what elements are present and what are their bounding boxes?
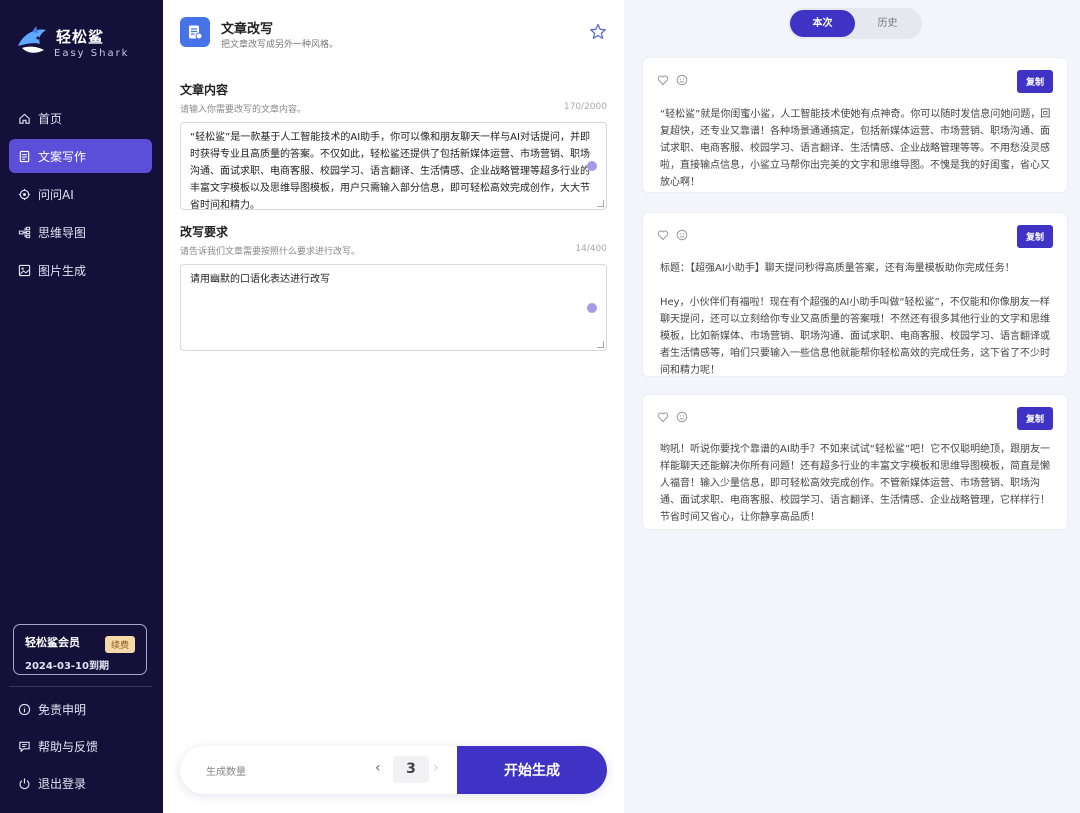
generate-count-value[interactable]: 3 <box>393 756 429 783</box>
sidebar-divider <box>9 686 152 687</box>
result-text: 哟吼！听说你要找个靠谱的AI助手？不如来试试“轻松鲨”吧！它不仅聪明绝顶，跟朋友… <box>660 444 1051 523</box>
generate-count-label: 生成数量 <box>206 767 246 778</box>
heart-icon[interactable] <box>657 229 669 241</box>
generate-bar: 生成数量 ‹ 3 › 开始生成 <box>180 746 607 794</box>
result-card: 复制 哟吼！听说你要找个靠谱的AI助手？不如来试试“轻松鲨”吧！它不仅聪明绝顶，… <box>642 394 1068 530</box>
nav-item-label: 文案写作 <box>38 149 87 164</box>
home-icon <box>18 112 31 125</box>
content-text: “轻松鲨”是一款基于人工智能技术的AI助手，你可以像和朋友聊天一样与AI对话提问… <box>190 132 590 211</box>
secondary-nav: 免责申明 帮助与反馈 退出登录 <box>9 692 152 803</box>
tool-description: 把文章改写成另外一种风格。 <box>221 40 339 50</box>
copy-button[interactable]: 复制 <box>1016 70 1053 93</box>
tab-current[interactable]: 本次 <box>790 10 855 37</box>
decrement-chevron-icon[interactable]: ‹ <box>375 760 381 776</box>
nav-item-label: 帮助与反馈 <box>38 739 99 754</box>
mindmap-icon <box>18 226 31 239</box>
nav-item-label: 退出登录 <box>38 776 87 791</box>
nav-item-logout[interactable]: 退出登录 <box>9 766 152 800</box>
requirement-label: 改写要求 <box>180 225 229 239</box>
content-counter: 170/2000 <box>563 102 607 112</box>
brand-logo[interactable]: 轻松鲨 Easy Shark <box>14 24 154 64</box>
nav-item-label: 图片生成 <box>38 263 87 278</box>
result-text: “轻松鲨”就是你闺蜜小鲨，人工智能技术使她有点神奇。你可以随时发信息问她问题，回… <box>660 109 1051 188</box>
content-hint: 请输入你需要改写的文章内容。 <box>180 105 307 115</box>
copy-button[interactable]: 复制 <box>1016 225 1053 248</box>
ai-chat-icon <box>18 188 31 201</box>
content-label: 文章内容 <box>180 83 229 97</box>
nav-item-ask-ai[interactable]: 问问AI <box>9 177 152 211</box>
rewrite-tool-icon <box>180 17 210 47</box>
grammar-check-icon <box>587 303 597 313</box>
result-card: 复制 “轻松鲨”就是你闺蜜小鲨，人工智能技术使她有点神奇。你可以随时发信息问她问… <box>642 57 1068 193</box>
sidebar: 轻松鲨 Easy Shark 首页 文案写作 问问AI 思维导图 图片生成 轻松… <box>0 0 163 813</box>
power-icon <box>18 777 31 790</box>
info-icon <box>18 703 31 716</box>
result-tabs: 本次 历史 <box>788 8 922 39</box>
nav-item-label: 思维导图 <box>38 225 87 240</box>
results-panel: 本次 历史 复制 “轻松鲨”就是你闺蜜小鲨，人工智能技术使她有点神奇。你可以随时… <box>624 0 1080 813</box>
favorite-star-icon[interactable] <box>588 22 608 42</box>
editor-panel: 文章改写 把文章改写成另外一种风格。 文章内容 请输入你需要改写的文章内容。 1… <box>163 0 624 813</box>
membership-expiry: 2024-03-10到期 <box>25 661 109 672</box>
nav-item-label: 问问AI <box>38 187 74 202</box>
image-icon <box>18 264 31 277</box>
shark-logo-icon <box>18 26 46 53</box>
nav-item-image-gen[interactable]: 图片生成 <box>9 253 152 287</box>
start-generate-button[interactable]: 开始生成 <box>457 746 607 794</box>
resize-handle-icon[interactable] <box>597 341 604 348</box>
smiley-icon[interactable] <box>676 411 688 423</box>
nav-item-home[interactable]: 首页 <box>9 101 152 135</box>
grammar-check-icon <box>587 161 597 171</box>
document-icon <box>18 150 31 163</box>
nav-item-copywriting[interactable]: 文案写作 <box>9 139 152 173</box>
copy-button[interactable]: 复制 <box>1016 407 1053 430</box>
resize-handle-icon[interactable] <box>597 200 604 207</box>
requirement-text: 请用幽默的口语化表达进行改写 <box>190 274 330 285</box>
brand-subtitle: Easy Shark <box>54 48 130 59</box>
card-reactions <box>657 229 688 241</box>
nav-item-label: 首页 <box>38 111 63 126</box>
heart-icon[interactable] <box>657 74 669 86</box>
requirement-textarea[interactable]: 请用幽默的口语化表达进行改写 <box>180 264 607 351</box>
tool-title: 文章改写 <box>221 22 274 37</box>
result-card: 复制 标题：【超强AI小助手】聊天提问秒得高质量答案，还有海量模板助你完成任务！… <box>642 212 1068 377</box>
nav-item-mindmap[interactable]: 思维导图 <box>9 215 152 249</box>
main-nav: 首页 文案写作 问问AI 思维导图 图片生成 <box>9 101 152 291</box>
membership-card: 轻松鲨会员 2024-03-10到期 续费 <box>13 624 147 675</box>
smiley-icon[interactable] <box>676 229 688 241</box>
nav-item-label: 免责申明 <box>38 702 87 717</box>
card-reactions <box>657 411 688 423</box>
heart-icon[interactable] <box>657 411 669 423</box>
card-reactions <box>657 74 688 86</box>
nav-item-disclaimer[interactable]: 免责申明 <box>9 692 152 726</box>
content-textarea[interactable]: “轻松鲨”是一款基于人工智能技术的AI助手，你可以像和朋友聊天一样与AI对话提问… <box>180 122 607 211</box>
requirement-hint: 请告诉我们文章需要按照什么要求进行改写。 <box>180 247 361 257</box>
brand-name: 轻松鲨 <box>56 28 105 46</box>
tab-history[interactable]: 历史 <box>855 10 920 37</box>
renew-button[interactable]: 续费 <box>104 636 135 653</box>
feedback-icon <box>18 740 31 753</box>
nav-item-help[interactable]: 帮助与反馈 <box>9 729 152 763</box>
smiley-icon[interactable] <box>676 74 688 86</box>
requirement-counter: 14/400 <box>575 244 607 254</box>
result-text: 标题：【超强AI小助手】聊天提问秒得高质量答案，还有海量模板助你完成任务！ He… <box>660 263 1050 376</box>
increment-chevron-icon[interactable]: › <box>433 760 439 776</box>
